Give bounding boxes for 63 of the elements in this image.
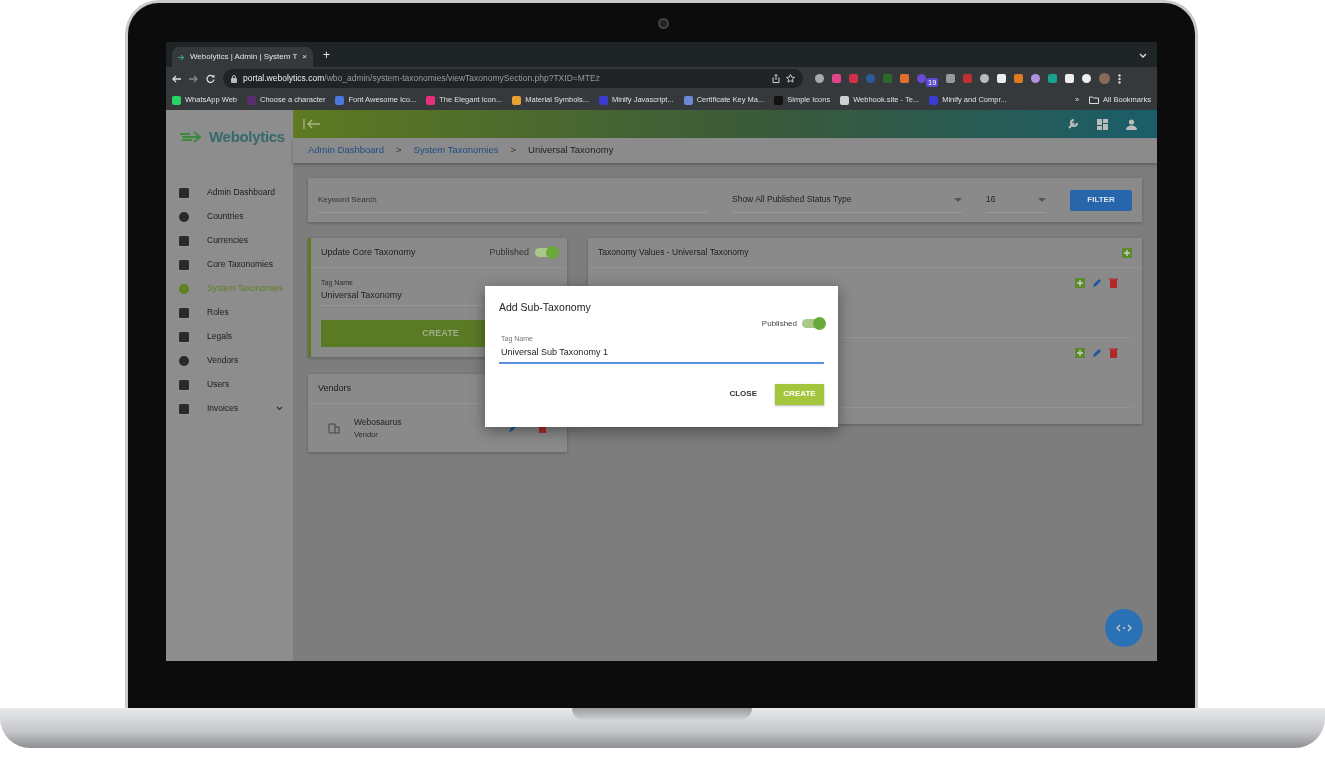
new-tab-button[interactable]: + bbox=[323, 46, 330, 64]
menu-item-icon bbox=[178, 234, 190, 247]
toggle-label: Published bbox=[489, 245, 529, 259]
sidebar-item[interactable]: Core Taxonomies bbox=[166, 252, 293, 277]
separator: > bbox=[396, 143, 402, 158]
toggle-label: Published bbox=[761, 317, 797, 330]
menu-item-icon bbox=[178, 378, 190, 391]
camera-icon bbox=[658, 18, 669, 29]
menu-item-icon bbox=[178, 306, 190, 319]
sidebar-item[interactable]: Roles bbox=[166, 300, 293, 325]
address-bar[interactable]: portal.webolytics.com/wbo_admin/system-taxonomies/viewTaxonomySection.php?TXID=MTEz bbox=[223, 69, 803, 88]
brand-name: Webolytics bbox=[209, 127, 285, 147]
dashboard-icon[interactable] bbox=[1097, 118, 1108, 130]
wrench-icon[interactable] bbox=[1067, 118, 1079, 130]
menu-item-icon bbox=[178, 402, 190, 415]
toggle-switch[interactable] bbox=[535, 248, 557, 257]
sidebar-item[interactable]: Vendors bbox=[166, 348, 293, 373]
avatar-icon[interactable] bbox=[1099, 73, 1111, 84]
arrow-icon bbox=[178, 53, 185, 61]
lock-icon bbox=[231, 74, 237, 83]
logo-icon bbox=[180, 130, 204, 145]
url-text: portal.webolytics.com/wbo_admin/system-taxonomies/viewTaxonomySection.php?TXID=MTEz bbox=[243, 72, 600, 85]
forward-icon[interactable] bbox=[189, 74, 198, 83]
breadcrumb-current: Universal Taxonomy bbox=[528, 143, 614, 158]
sidebar-item[interactable]: Currencies bbox=[166, 228, 293, 253]
close-tab-button[interactable]: × bbox=[302, 51, 307, 63]
menu-item-icon bbox=[178, 258, 190, 271]
menu-item-icon bbox=[178, 282, 190, 295]
search-field[interactable]: Keyword Search bbox=[318, 187, 708, 213]
card-title: Vendors bbox=[318, 381, 352, 395]
menu-item-icon bbox=[178, 330, 190, 343]
kebab-menu-icon[interactable] bbox=[1118, 73, 1122, 84]
filter-button[interactable]: FILTER bbox=[1070, 189, 1132, 211]
sidebar-item[interactable]: Countries bbox=[166, 204, 293, 229]
add-icon[interactable] bbox=[1122, 247, 1132, 258]
menu-item-icon bbox=[178, 186, 190, 199]
search-input[interactable]: Keyword Search bbox=[318, 193, 708, 206]
user-icon[interactable] bbox=[1126, 118, 1137, 130]
reload-icon[interactable] bbox=[206, 74, 215, 83]
vendor-name: Webosaurus bbox=[354, 416, 403, 429]
share-icon[interactable] bbox=[772, 74, 780, 83]
card-title: Taxonomy Values - Universal Taxonomy bbox=[598, 246, 750, 259]
card-title: Update Core Taxonomy bbox=[321, 245, 417, 259]
back-icon[interactable] bbox=[172, 74, 181, 83]
menu-item-icon bbox=[178, 210, 190, 223]
add-icon[interactable] bbox=[1075, 348, 1085, 358]
add-icon[interactable] bbox=[1075, 278, 1085, 288]
menu-item-icon bbox=[178, 354, 190, 367]
status-select[interactable]: Show All Published Status Type bbox=[732, 187, 962, 213]
building-icon bbox=[328, 422, 340, 434]
count-select[interactable]: 16 bbox=[986, 187, 1046, 213]
separator: > bbox=[510, 143, 516, 158]
star-icon[interactable] bbox=[786, 74, 795, 83]
sidebar-item[interactable]: Legals bbox=[166, 324, 293, 349]
toggle-switch[interactable] bbox=[802, 319, 824, 329]
sidebar-item[interactable]: Users bbox=[166, 372, 293, 397]
browser-tab[interactable]: Webolytics | Admin | System T × bbox=[172, 47, 313, 67]
collapse-sidebar-icon[interactable] bbox=[303, 119, 321, 129]
folder-icon bbox=[1089, 96, 1100, 104]
code-icon bbox=[1116, 624, 1132, 632]
close-button[interactable]: CLOSE bbox=[721, 383, 765, 405]
sidebar-item[interactable]: Admin Dashboard bbox=[166, 180, 293, 205]
sidebar-item[interactable]: Invoices bbox=[166, 396, 293, 421]
